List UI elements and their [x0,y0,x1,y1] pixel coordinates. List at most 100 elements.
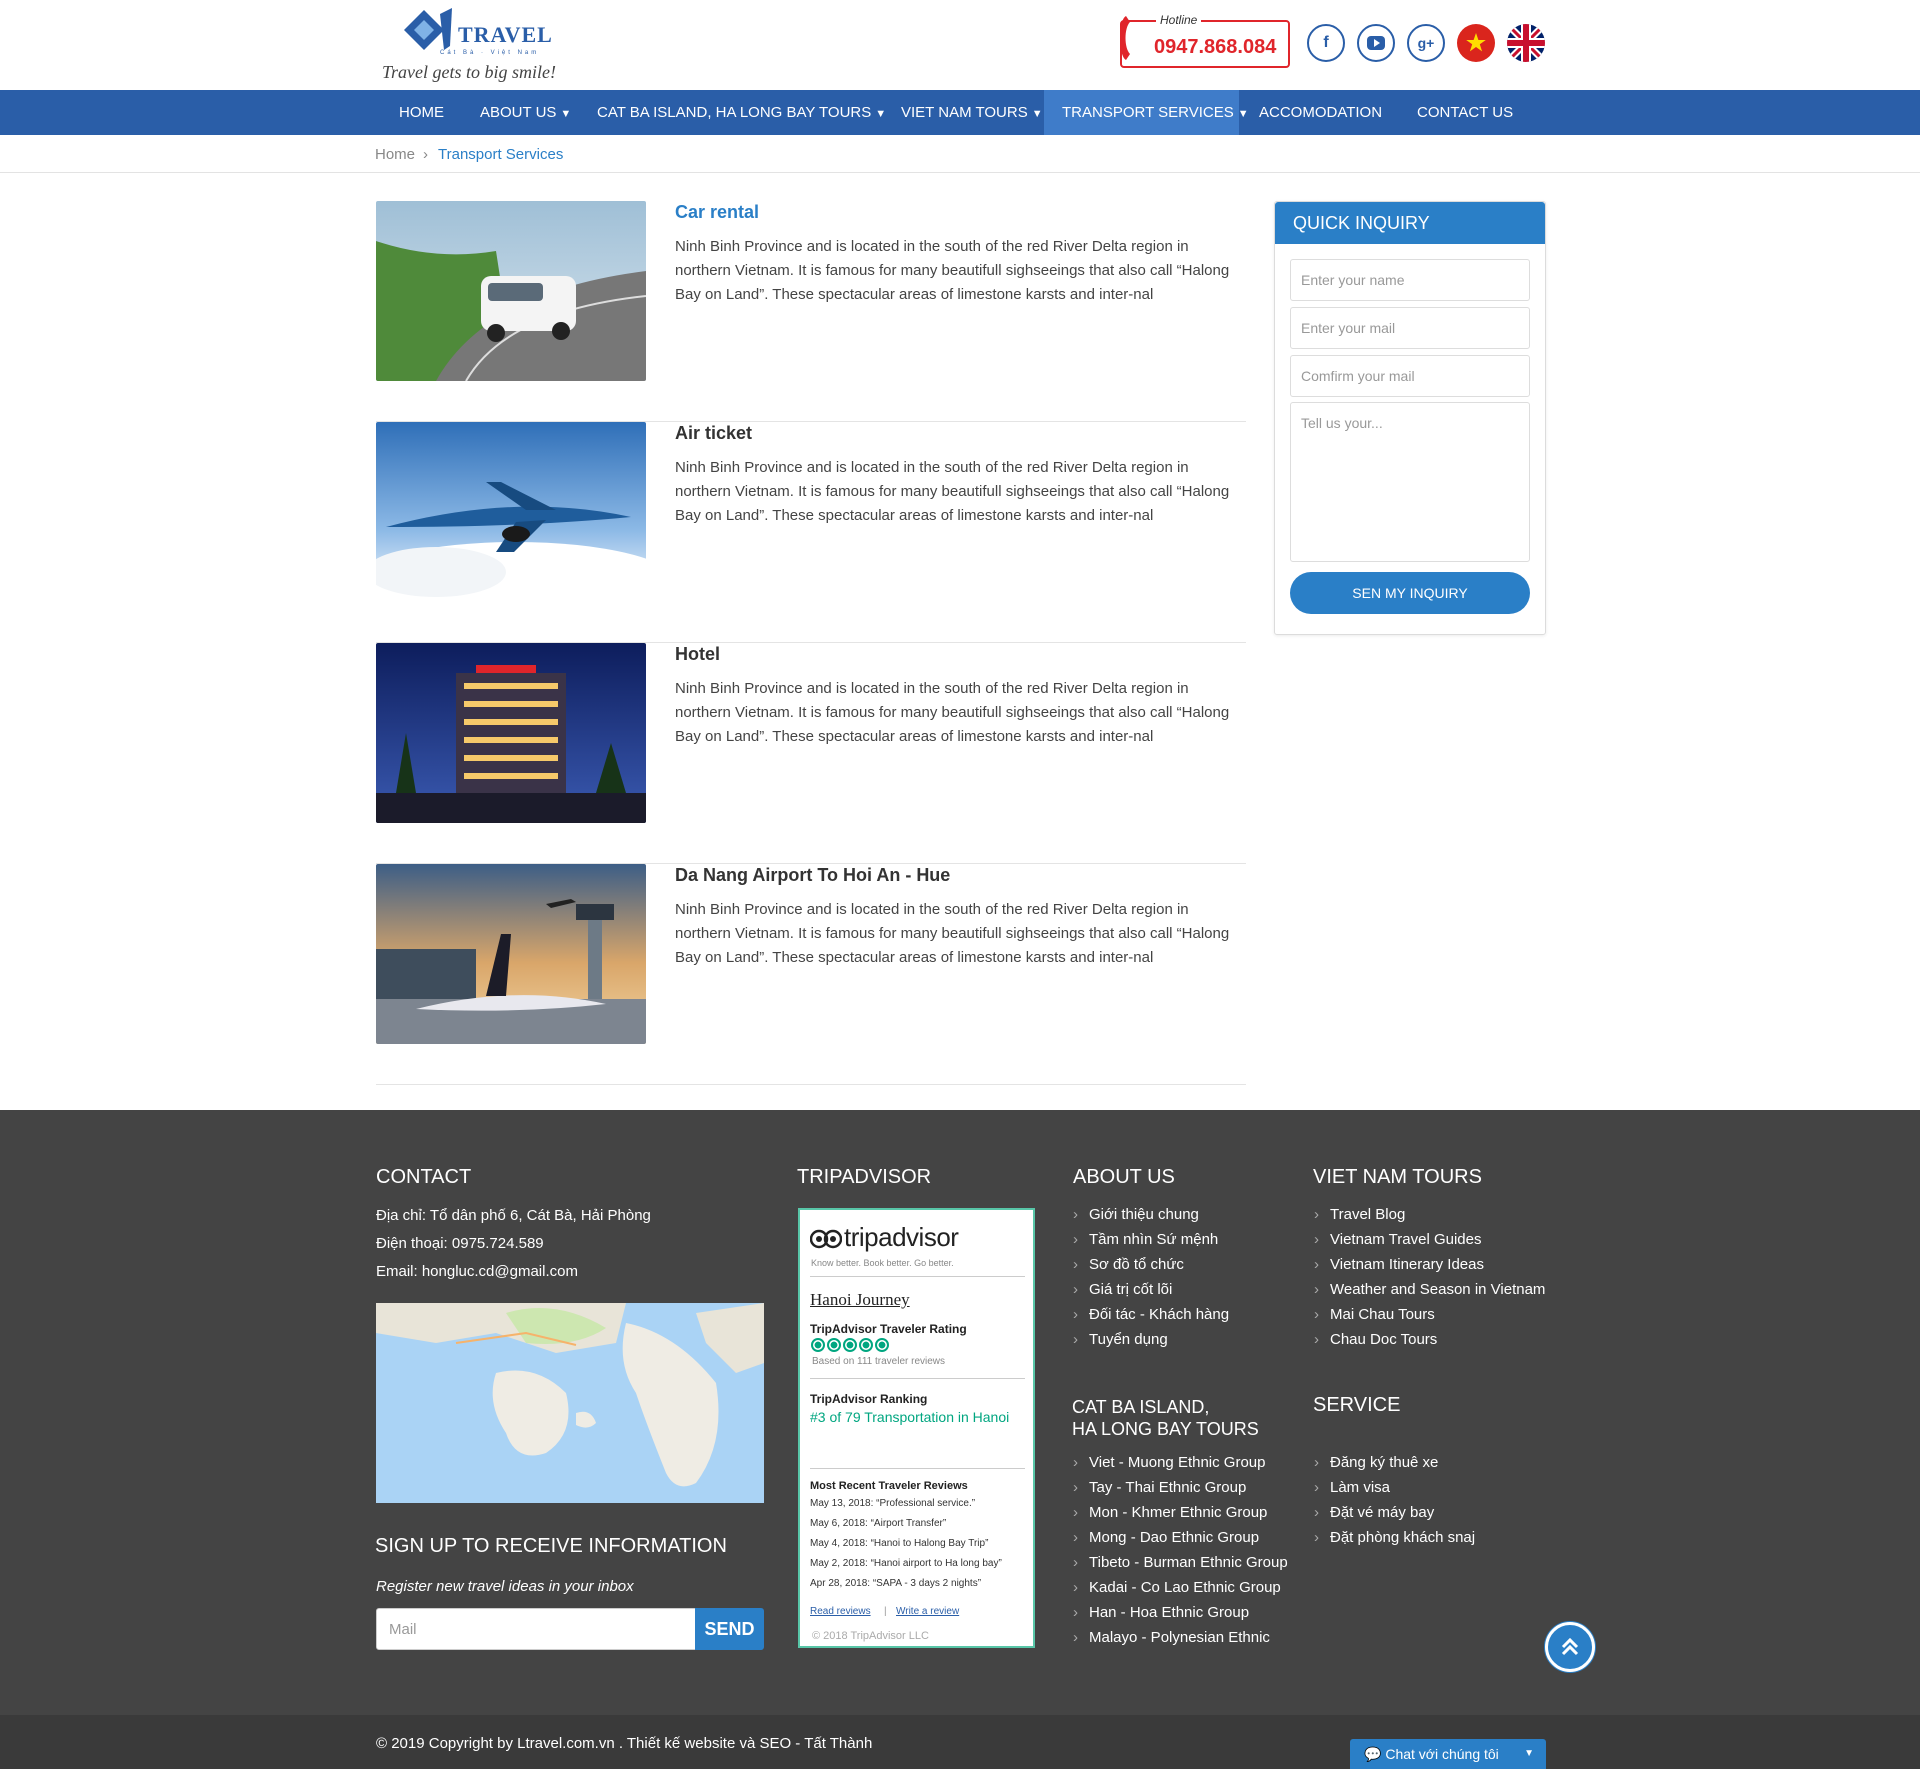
list-item[interactable]: Tay - Thai Ethnic Group [1073,1475,1288,1500]
nav-about-us[interactable]: ABOUT US ▼ [462,90,589,135]
confirm-email-field[interactable] [1290,355,1530,397]
list-item[interactable]: Đặt phòng khách snaj [1314,1525,1475,1550]
phone-icon [1120,16,1130,60]
quick-inquiry-title: QUICK INQUIRY [1275,202,1545,244]
message-field[interactable] [1290,402,1530,562]
list-item[interactable]: Tuyển dụng [1073,1327,1229,1352]
email-field[interactable] [1290,307,1530,349]
review-item[interactable]: May 6, 2018: “Airport Transfer” [810,1518,946,1529]
list-item[interactable]: Han - Hoa Ethnic Group [1073,1600,1288,1625]
read-reviews-link[interactable]: Read reviews [810,1606,871,1617]
tripadvisor-tagline: Know better. Book better. Go better. [811,1258,954,1268]
list-item[interactable]: Đăng ký thuê xe [1314,1450,1475,1475]
tripadvisor-logo[interactable]: tripadvisor [844,1222,959,1253]
airport-image[interactable] [376,864,646,1044]
air-ticket-image[interactable] [376,422,646,602]
list-item: Hotel Ninh Binh Province and is located … [376,643,1246,864]
post-title[interactable]: Air ticket [675,423,752,444]
tripadvisor-heading: TRIPADVISOR [797,1166,932,1188]
send-inquiry-button[interactable]: SEN MY INQUIRY [1290,572,1530,614]
hotline-label: Hotline [1156,13,1202,27]
list-item[interactable]: Mai Chau Tours [1314,1302,1545,1327]
nav-label: TRANSPORT SERVICES [1062,104,1234,121]
name-field[interactable] [1290,259,1530,301]
rating-bubbles [811,1338,889,1352]
list-item[interactable]: Kadai - Co Lao Ethnic Group [1073,1575,1288,1600]
list-item: Da Nang Airport To Hoi An - Hue Ninh Bin… [376,864,1246,1085]
list-item[interactable]: Giá trị cốt lõi [1073,1277,1229,1302]
divider [810,1378,1025,1379]
list-item[interactable]: Malayo - Polynesian Ethnic [1073,1625,1288,1650]
hotline-number[interactable]: 0947.868.084 [1154,36,1276,59]
list-item: Car rental Ninh Binh Province and is loc… [376,201,1246,422]
list-item[interactable]: Weather and Season in Vietnam [1314,1277,1545,1302]
nav-label: VIET NAM TOURS [901,104,1028,121]
about-heading: ABOUT US [1073,1166,1175,1188]
ranking-text[interactable]: #3 of 79 Transportation in Hanoi [810,1408,1010,1426]
review-item[interactable]: May 2, 2018: “Hanoi airport to Ha long b… [810,1558,1002,1569]
catba-heading-line: HA LONG BAY TOURS [1072,1419,1259,1439]
nav-cat-ba-tours[interactable]: CAT BA ISLAND, HA LONG BAY TOURS ▼ [579,90,904,135]
back-to-top-button[interactable] [1545,1622,1595,1672]
site-footer: CONTACT Địa chỉ: Tổ dân phố 6, Cát Bà, H… [0,1110,1920,1715]
hotline-box[interactable]: Hotline 0947.868.084 [1120,13,1290,68]
list-item[interactable]: Mong - Dao Ethnic Group [1073,1525,1288,1550]
breadcrumb-current: Transport Services [438,146,564,163]
list-item[interactable]: Làm visa [1314,1475,1475,1500]
nav-accomodation[interactable]: ACCOMODATION [1241,90,1400,135]
newsletter-send-button[interactable]: SEND [695,1608,764,1650]
list-item[interactable]: Tibeto - Burman Ethnic Group [1073,1550,1288,1575]
nav-label: CAT BA ISLAND, HA LONG BAY TOURS [597,104,872,121]
list-item[interactable]: Chau Doc Tours [1314,1327,1545,1352]
review-item[interactable]: May 13, 2018: “Professional service.” [810,1498,975,1509]
tripadvisor-business-name[interactable]: Hanoi Journey [810,1290,910,1310]
post-description: Ninh Binh Province and is located in the… [675,459,1230,524]
breadcrumb-home[interactable]: Home [375,146,415,163]
nav-contact-us[interactable]: CONTACT US [1399,90,1531,135]
list-item[interactable]: Tầm nhìn Sứ mệnh [1073,1227,1229,1252]
contact-email[interactable]: Email: hongluc.cd@gmail.com [376,1263,578,1280]
list-item[interactable]: Đối tác - Khách hàng [1073,1302,1229,1327]
review-item[interactable]: Apr 28, 2018: “SAPA - 3 days 2 nights” [810,1578,981,1589]
chat-icon: 💬 [1364,1746,1382,1762]
google-plus-icon[interactable]: g+ [1407,24,1445,62]
tripadvisor-copyright: © 2018 TripAdvisor LLC [812,1630,929,1642]
nav-label: ABOUT US [480,104,557,121]
post-title[interactable]: Hotel [675,644,720,665]
post-title[interactable]: Da Nang Airport To Hoi An - Hue [675,865,950,886]
write-review-link[interactable]: Write a review [896,1606,959,1617]
uk-flag-icon[interactable] [1507,24,1545,62]
quick-inquiry-form: QUICK INQUIRY SEN MY INQUIRY [1274,201,1546,635]
list-item[interactable]: Vietnam Itinerary Ideas [1314,1252,1545,1277]
hotel-image[interactable] [376,643,646,823]
car-rental-image[interactable] [376,201,646,381]
main-nav: HOME ABOUT US ▼ CAT BA ISLAND, HA LONG BA… [0,90,1920,135]
list-item[interactable]: Travel Blog [1314,1202,1545,1227]
chevron-down-icon: ▼ [560,108,572,120]
post-title[interactable]: Car rental [675,202,759,223]
review-item[interactable]: May 4, 2018: “Hanoi to Halong Bay Trip” [810,1538,988,1549]
list-item[interactable]: Viet - Muong Ethnic Group [1073,1450,1288,1475]
nav-viet-nam-tours[interactable]: VIET NAM TOURS ▼ [883,90,1061,135]
vietnam-flag-icon[interactable] [1457,24,1495,62]
site-logo[interactable]: TRAVEL Cát Bà · Việt Nam Travel gets to … [380,6,580,86]
list-item[interactable]: Đặt vé máy bay [1314,1500,1475,1525]
service-heading: SERVICE [1313,1394,1401,1416]
newsletter-email-field[interactable] [376,1608,696,1650]
double-chevron-up-icon [1561,1637,1579,1656]
list-item[interactable]: Vietnam Travel Guides [1314,1227,1545,1252]
nav-label: HOME [399,104,444,121]
youtube-icon[interactable] [1357,24,1395,62]
nav-home[interactable]: HOME [381,90,462,135]
copyright-text: © 2019 Copyright by Ltravel.com.vn . Thi… [376,1735,873,1752]
location-map[interactable] [376,1303,764,1503]
list-item[interactable]: Giới thiệu chung [1073,1202,1229,1227]
catba-heading-line: CAT BA ISLAND, [1072,1397,1210,1417]
list-item[interactable]: Sơ đồ tổ chức [1073,1252,1229,1277]
nav-transport-services[interactable]: TRANSPORT SERVICES ▼ [1044,90,1249,135]
about-links: Giới thiệu chung Tầm nhìn Sứ mệnh Sơ đồ … [1073,1202,1229,1352]
list-item[interactable]: Mon - Khmer Ethnic Group [1073,1500,1288,1525]
facebook-icon[interactable]: f [1307,24,1345,62]
catba-heading: CAT BA ISLAND, HA LONG BAY TOURS [1072,1396,1259,1440]
chat-widget[interactable]: 💬 Chat với chúng tôi ▼ [1350,1739,1546,1769]
